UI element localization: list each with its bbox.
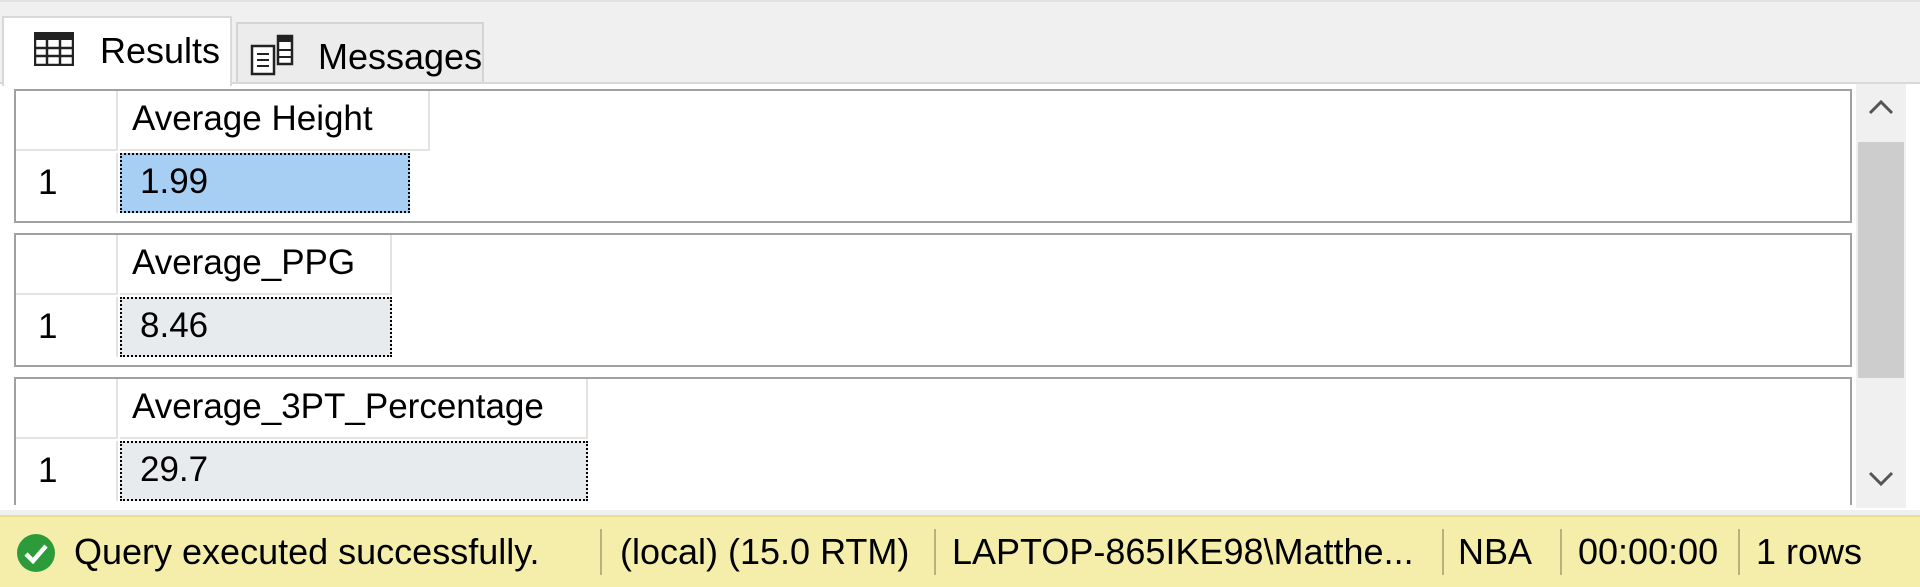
check-circle-icon xyxy=(16,533,56,582)
status-rows: 1 rows xyxy=(1756,531,1863,572)
messages-icon xyxy=(250,34,298,85)
row-number[interactable]: 1 xyxy=(16,297,118,357)
result-grid-2[interactable]: Average_PPG 1 8.46 xyxy=(14,233,1852,367)
select-all-corner[interactable] xyxy=(16,235,118,295)
result-grid-1[interactable]: Average Height 1 1.99 xyxy=(14,89,1852,223)
select-all-corner[interactable] xyxy=(16,91,118,151)
status-user: LAPTOP-865IKE98\Matthe... xyxy=(952,531,1414,572)
status-elapsed: 00:00:00 xyxy=(1578,531,1719,572)
results-pane: Average Height 1 1.99 Average_PPG 1 8.46… xyxy=(0,82,1920,510)
column-header[interactable]: Average_3PT_Percentage xyxy=(120,379,588,439)
result-cell[interactable]: 29.7 xyxy=(120,441,588,501)
status-server: (local) (15.0 RTM) xyxy=(620,531,910,572)
chevron-down-icon xyxy=(1868,471,1894,492)
row-number[interactable]: 1 xyxy=(16,441,118,501)
tab-results[interactable]: Results xyxy=(2,16,232,86)
status-database: NBA xyxy=(1458,531,1533,572)
status-separator xyxy=(600,529,602,575)
status-separator xyxy=(934,529,936,575)
result-cell[interactable]: 1.99 xyxy=(120,153,410,213)
vertical-scrollbar[interactable] xyxy=(1856,84,1906,508)
result-cell[interactable]: 8.46 xyxy=(120,297,392,357)
row-number[interactable]: 1 xyxy=(16,153,118,213)
chevron-up-icon xyxy=(1868,99,1894,120)
tab-messages-label: Messages xyxy=(318,36,483,77)
status-separator xyxy=(1442,529,1444,575)
column-header[interactable]: Average Height xyxy=(120,91,430,151)
tab-results-label: Results xyxy=(100,30,221,71)
scroll-thumb[interactable] xyxy=(1858,142,1904,378)
scroll-down-button[interactable] xyxy=(1856,456,1906,506)
status-separator xyxy=(1560,529,1562,575)
tab-messages[interactable]: Messages xyxy=(236,22,484,84)
result-grid-3[interactable]: Average_3PT_Percentage 1 29.7 xyxy=(14,377,1852,505)
status-separator xyxy=(1738,529,1740,575)
status-bar: Query executed successfully. (local) (15… xyxy=(0,515,1920,587)
column-header[interactable]: Average_PPG xyxy=(120,235,392,295)
status-message: Query executed successfully. xyxy=(74,531,540,572)
scroll-up-button[interactable] xyxy=(1856,84,1906,134)
results-tabstrip: Results Messages xyxy=(0,0,1920,86)
grid-icon xyxy=(33,31,75,75)
select-all-corner[interactable] xyxy=(16,379,118,439)
query-results-window: Results Messages Average Height 1 1.99 A… xyxy=(0,0,1920,587)
